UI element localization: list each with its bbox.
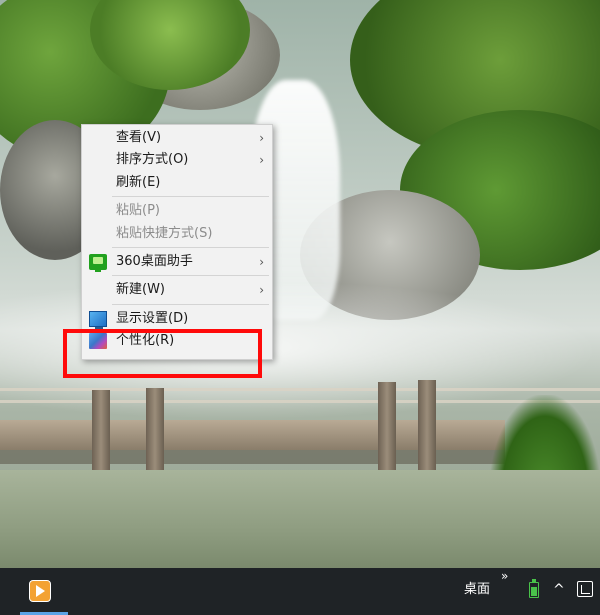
menu-item-refresh[interactable]: 刷新(E): [82, 172, 272, 194]
menu-item-paste-shortcut: 粘贴快捷方式(S): [82, 223, 272, 245]
menu-item-label: 粘贴快捷方式(S): [116, 225, 213, 241]
menu-item-label: 刷新(E): [116, 174, 161, 190]
menu-item-label: 粘贴(P): [116, 203, 160, 219]
media-player-icon: [29, 580, 51, 602]
menu-item-label: 新建(W): [116, 282, 165, 298]
submenu-arrow-icon: ›: [259, 153, 264, 168]
360-desktop-assistant-icon: [89, 253, 107, 272]
menu-item-display-settings[interactable]: 显示设置(D): [82, 308, 272, 330]
taskbar-app-button[interactable]: [20, 568, 68, 615]
toolbar-overflow-icon[interactable]: »: [501, 570, 508, 582]
caret-up-icon[interactable]: ^: [553, 582, 565, 598]
submenu-arrow-icon: ›: [259, 254, 264, 269]
wallpaper-bridge-rope: [0, 388, 600, 391]
menu-item-label: 排序方式(O): [116, 152, 189, 168]
menu-item-view[interactable]: 查看(V) ›: [82, 127, 272, 149]
taskbar: 桌面 » ^: [0, 568, 600, 615]
menu-item-label: 360桌面助手: [116, 253, 193, 269]
submenu-arrow-icon: ›: [259, 131, 264, 145]
menu-item-label: 查看(V): [116, 130, 162, 145]
menu-separator: [112, 196, 269, 198]
display-settings-icon: [89, 310, 107, 329]
menu-item-label: 显示设置(D): [116, 310, 189, 326]
desktop-context-menu: 查看(V) › 排序方式(O) › 刷新(E) 粘贴(P) 粘贴快捷方式(S) …: [81, 124, 273, 360]
highlight-box: [63, 329, 262, 378]
menu-item-paste: 粘贴(P): [82, 200, 272, 222]
battery-icon[interactable]: [529, 579, 539, 598]
input-method-icon[interactable]: [577, 581, 593, 597]
menu-item-new[interactable]: 新建(W) ›: [82, 279, 272, 301]
submenu-arrow-icon: ›: [259, 283, 264, 298]
menu-separator: [112, 275, 269, 277]
wallpaper-pond: [0, 470, 600, 568]
menu-separator: [112, 246, 269, 248]
menu-item-sort-by[interactable]: 排序方式(O) ›: [82, 149, 272, 171]
menu-separator: [112, 303, 269, 305]
desktop-toolbar-label[interactable]: 桌面: [464, 581, 490, 599]
menu-item-360-desktop-assistant[interactable]: 360桌面助手 ›: [82, 251, 272, 273]
